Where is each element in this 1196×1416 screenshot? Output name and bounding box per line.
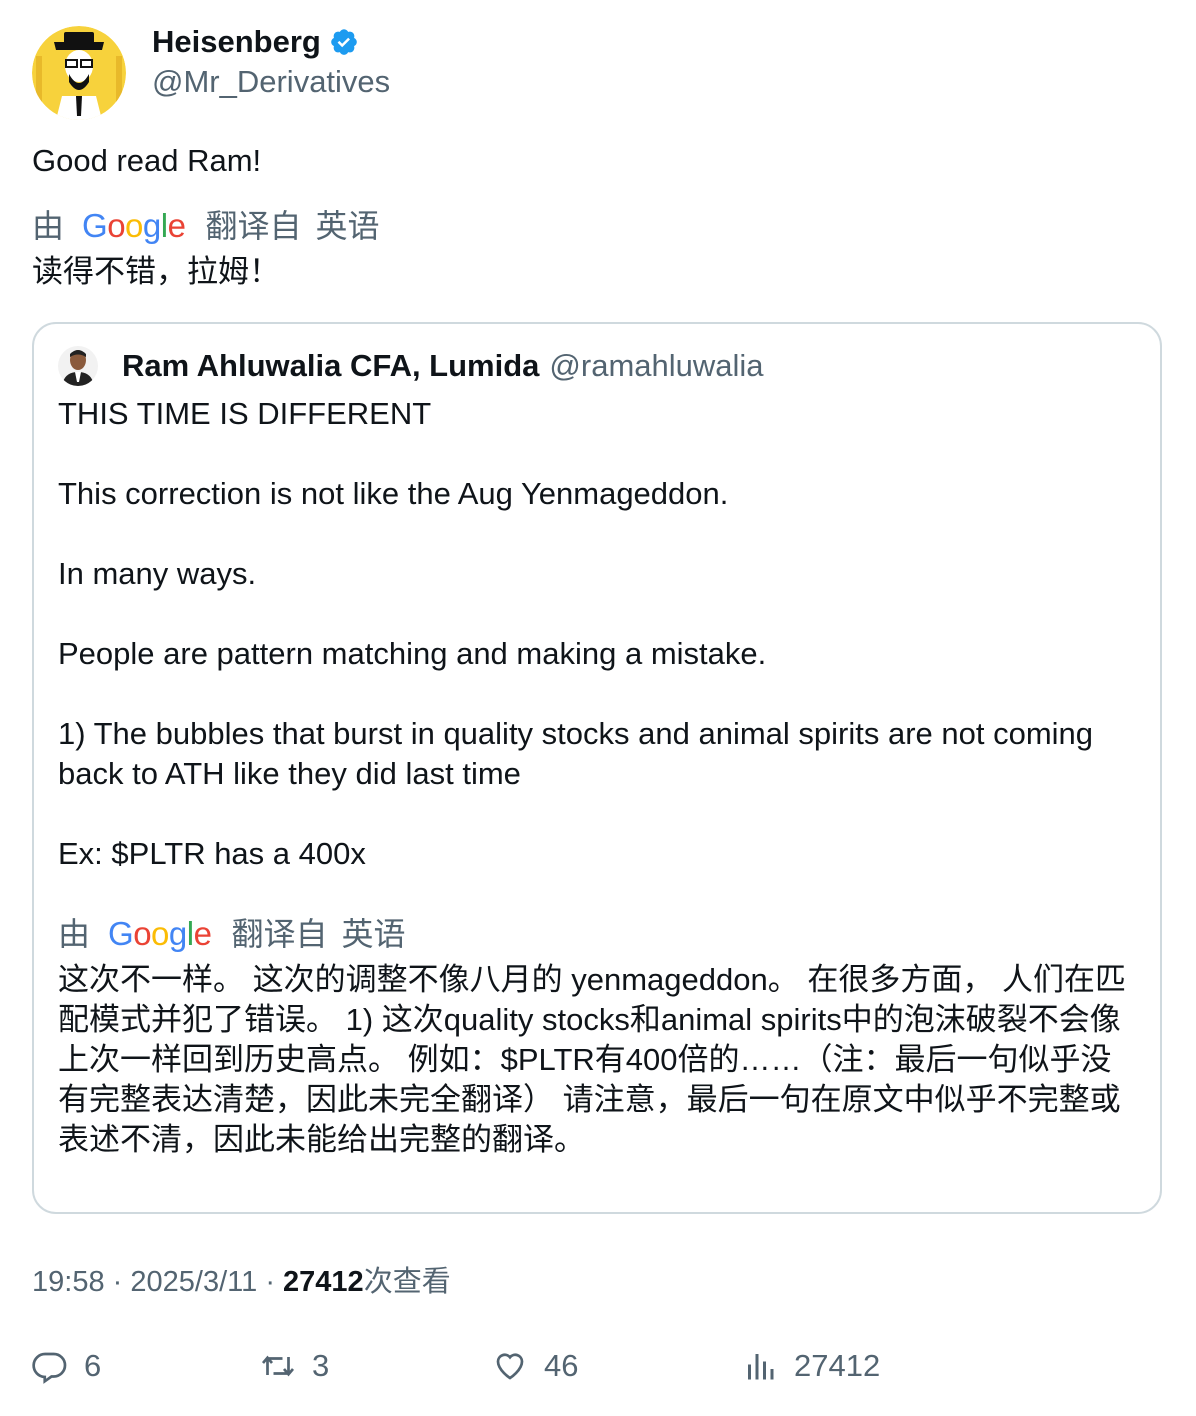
tweet-translation-block: 由 Google 翻译自 英语 读得不错，拉姆！ xyxy=(32,206,380,292)
views-button[interactable]: 27412 xyxy=(742,1348,880,1384)
quoted-paragraph: This correction is not like the Aug Yenm… xyxy=(58,476,729,511)
translated-from-label: 翻译自 xyxy=(205,208,302,244)
author-handle[interactable]: @Mr_Derivatives xyxy=(152,62,390,102)
action-bar: 6 3 46 27412 xyxy=(32,1348,1162,1392)
quoted-paragraph: Ex: $PLTR has a 400x xyxy=(58,836,366,871)
reply-button[interactable]: 6 xyxy=(32,1348,101,1384)
quoted-author-avatar xyxy=(58,346,98,386)
retweet-button[interactable]: 3 xyxy=(260,1348,329,1384)
views-count: 27412 xyxy=(283,1266,364,1298)
verified-badge-icon xyxy=(329,27,359,57)
google-logo-icon: Google xyxy=(108,915,212,952)
tweet-translation-text: 读得不错，拉姆！ xyxy=(32,254,280,289)
quoted-paragraph: THIS TIME IS DIFFERENT xyxy=(58,396,432,431)
quoted-translation-text: 这次不一样。 这次的调整不像八月的 yenmageddon。 在很多方面， 人们… xyxy=(58,962,1126,1157)
quoted-paragraph: People are pattern matching and making a… xyxy=(58,636,767,671)
author-avatar[interactable] xyxy=(32,26,126,120)
quoted-translation-attribution[interactable]: 由 Google 翻译自 英语 xyxy=(58,914,1138,954)
translated-by-label: 由 xyxy=(58,916,91,952)
quoted-tweet[interactable]: Ram Ahluwalia CFA, Lumida @ramahluwalia … xyxy=(32,322,1162,1214)
quoted-tweet-text: THIS TIME IS DIFFERENT This correction i… xyxy=(58,394,1138,914)
translated-by-label: 由 xyxy=(32,208,65,244)
source-language: 英语 xyxy=(315,208,380,244)
heart-icon xyxy=(496,1353,524,1380)
meta-separator: · xyxy=(265,1266,275,1298)
retweet-icon xyxy=(261,1355,295,1377)
quoted-paragraph: 1) The bubbles that burst in quality sto… xyxy=(58,716,1094,791)
tweet-date[interactable]: 2025/3/11 xyxy=(130,1266,257,1298)
quoted-author-handle: @ramahluwalia xyxy=(549,348,764,383)
google-logo-icon: Google xyxy=(82,207,186,244)
source-language: 英语 xyxy=(341,916,406,952)
tweet-header: Heisenberg @Mr_Derivatives xyxy=(32,24,390,120)
tweet-time[interactable]: 19:58 xyxy=(32,1266,105,1298)
like-count: 46 xyxy=(544,1348,579,1383)
translation-attribution[interactable]: 由 Google 翻译自 英语 xyxy=(32,206,380,246)
reply-icon xyxy=(32,1352,67,1384)
author-display-name[interactable]: Heisenberg xyxy=(152,24,321,60)
quoted-tweet-header: Ram Ahluwalia CFA, Lumida @ramahluwalia xyxy=(58,346,764,386)
reply-count: 6 xyxy=(84,1348,102,1383)
views-action-count: 27412 xyxy=(794,1348,881,1383)
tweet-meta: 19:58 · 2025/3/11 · 27412次查看 xyxy=(32,1262,451,1302)
quoted-author-display-name: Ram Ahluwalia CFA, Lumida xyxy=(122,348,540,383)
retweet-count: 3 xyxy=(312,1348,330,1383)
quoted-translation-block: 由 Google 翻译自 英语 这次不一样。 这次的调整不像八月的 yenmag… xyxy=(58,914,1138,1160)
views-label: 次查看 xyxy=(363,1266,451,1298)
analytics-icon xyxy=(748,1354,774,1380)
meta-separator: · xyxy=(112,1266,123,1298)
translated-from-label: 翻译自 xyxy=(231,916,328,952)
tweet-text: Good read Ram! xyxy=(32,143,262,178)
like-button[interactable]: 46 xyxy=(492,1348,578,1384)
quoted-paragraph: In many ways. xyxy=(58,556,257,591)
